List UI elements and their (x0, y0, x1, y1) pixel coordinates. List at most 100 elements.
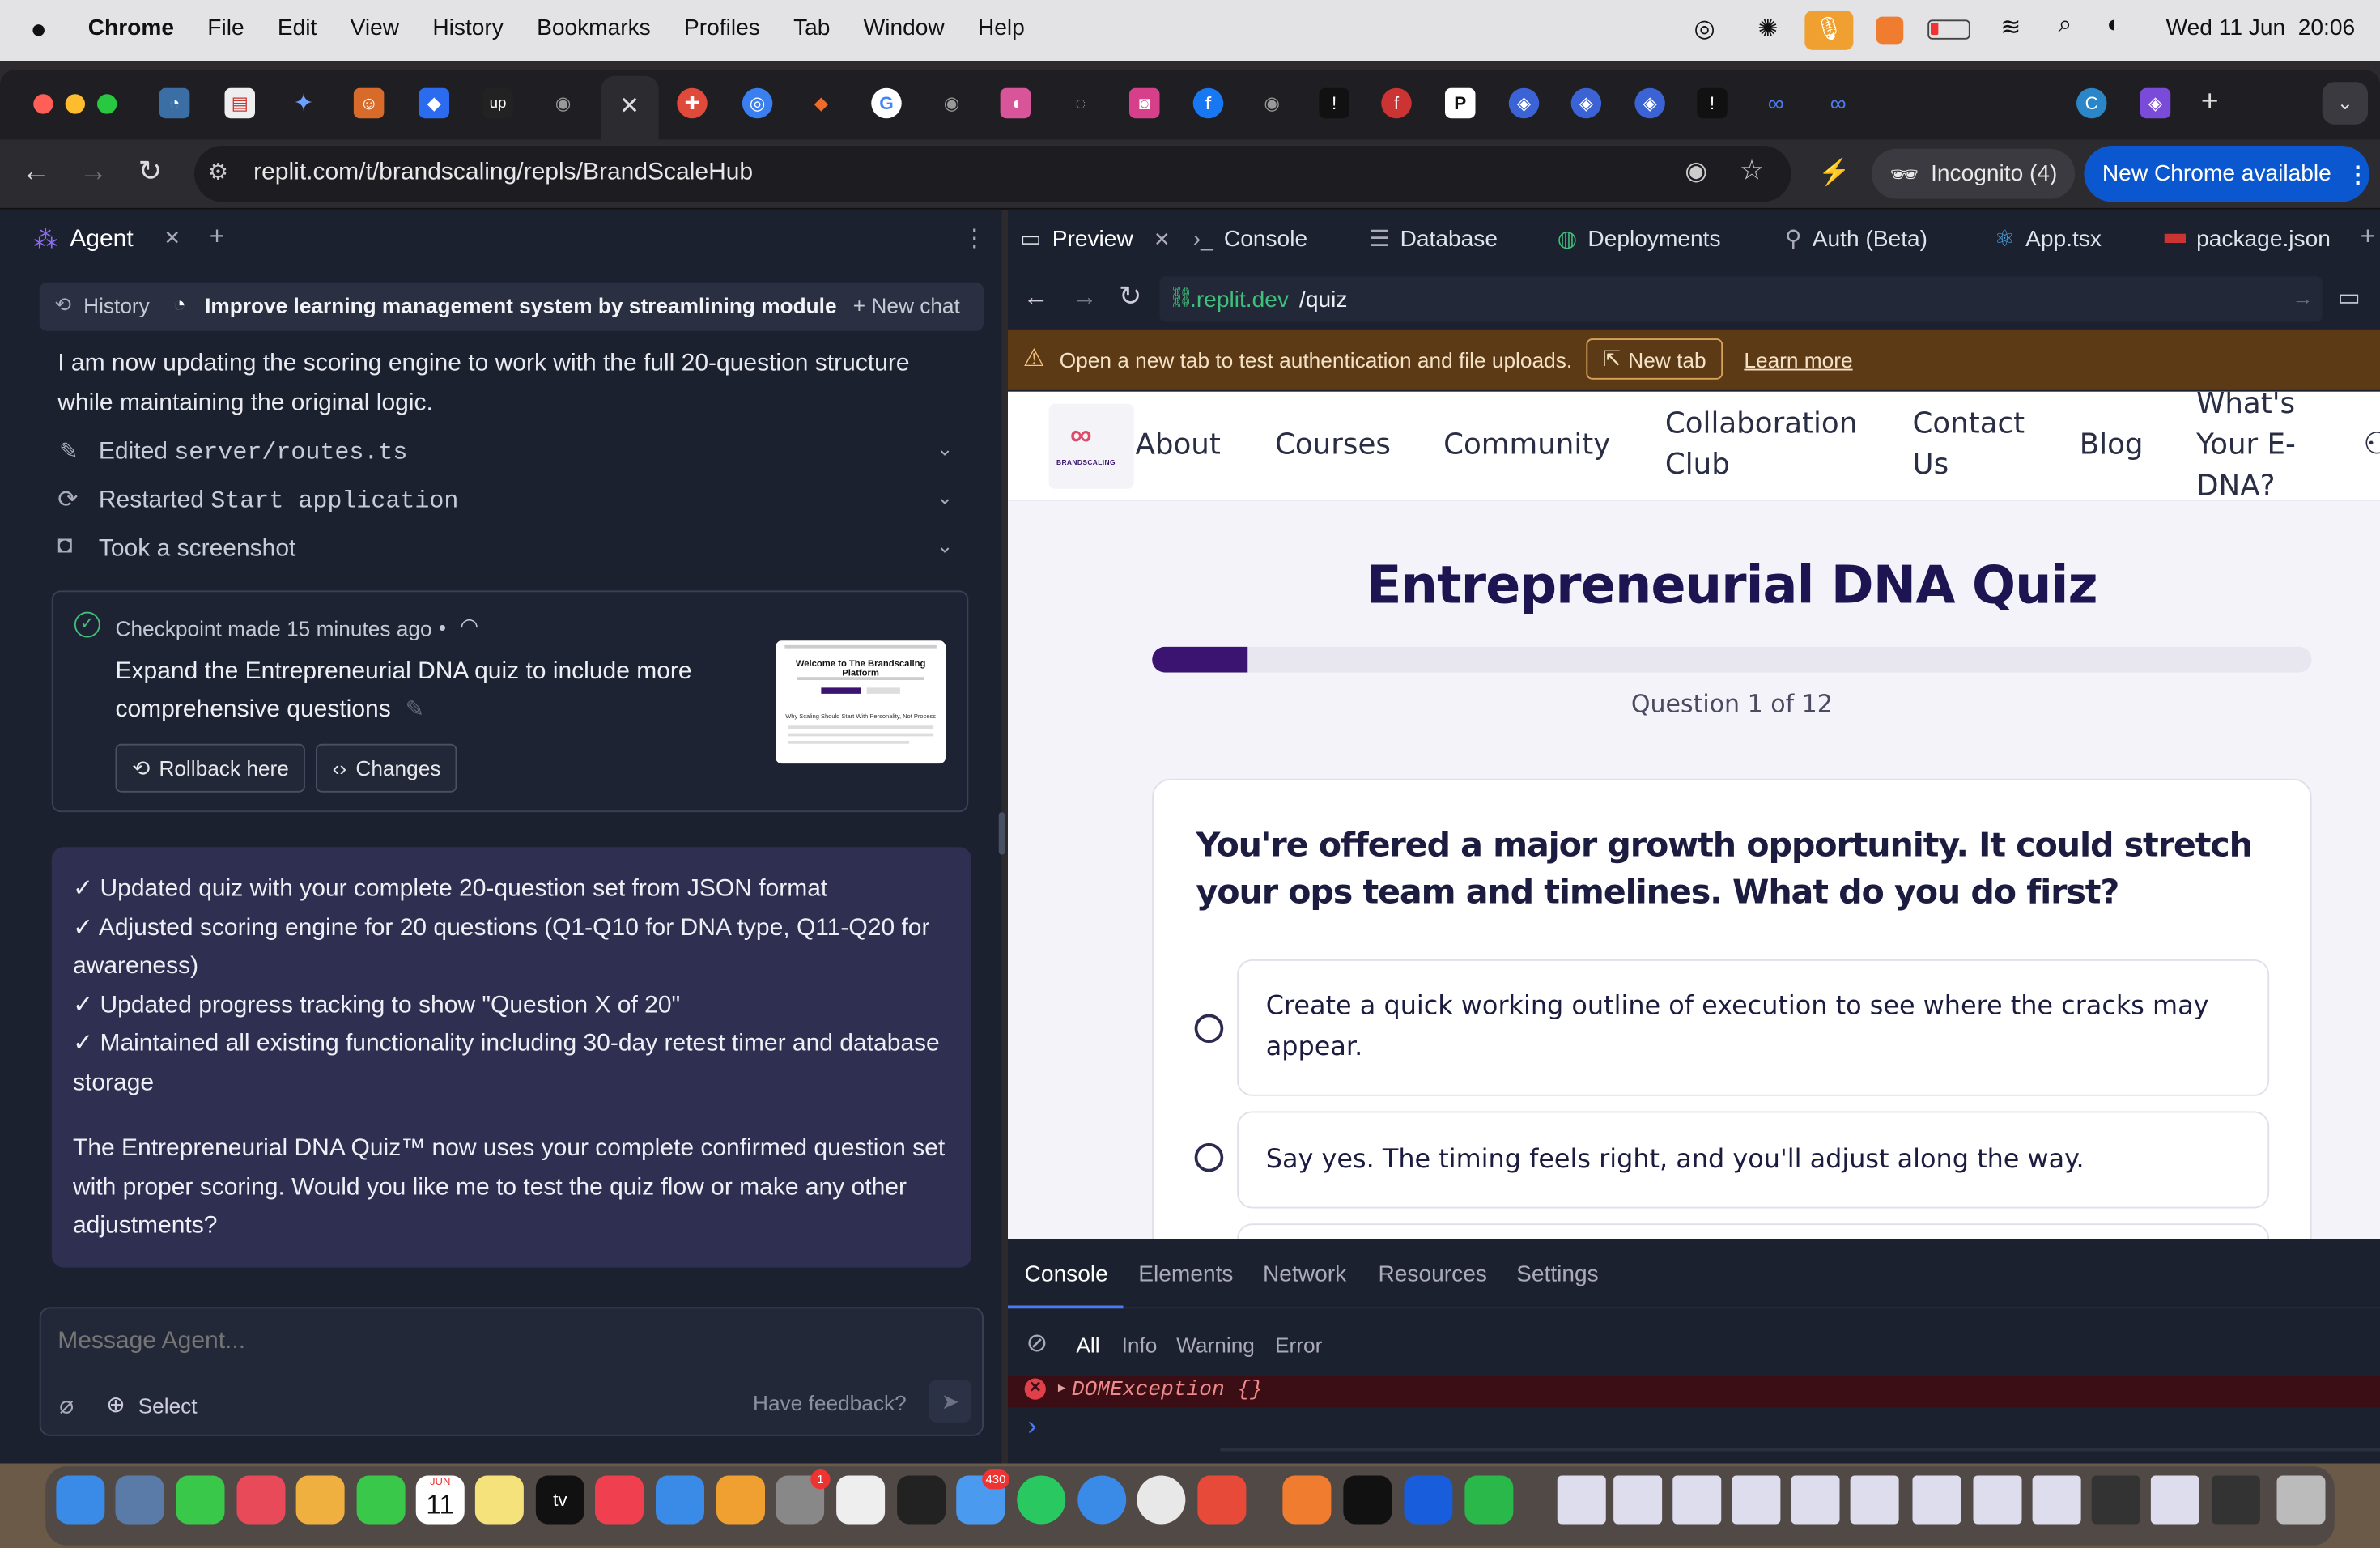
nav-about[interactable]: About (1136, 425, 1221, 466)
nav-contact-us[interactable]: Contact Us (1913, 404, 2041, 486)
expand-triangle-icon[interactable]: ▸ (1058, 1380, 1065, 1397)
menu-view[interactable]: View (351, 15, 399, 41)
tab-favicon-icon[interactable]: ◉ (548, 88, 579, 119)
launchpad-icon[interactable] (236, 1475, 286, 1525)
nav-edna[interactable]: What's Your E-DNA? (2196, 392, 2330, 508)
tab-favicon-icon[interactable]: ✦ (288, 88, 319, 119)
devtools-tab-settings[interactable]: Settings (1516, 1261, 1599, 1287)
tab-favicon-icon[interactable]: ◉ (1257, 88, 1288, 119)
music-icon[interactable] (595, 1475, 644, 1525)
tab-deployments[interactable]: ◍ Deployments (1558, 210, 1721, 267)
whatsapp-icon[interactable] (1017, 1475, 1066, 1525)
safari-icon[interactable] (1077, 1475, 1127, 1525)
menu-window[interactable]: Window (864, 15, 945, 41)
tab-favicon-icon[interactable]: ☺ (353, 87, 385, 119)
console-prompt[interactable]: › (1027, 1410, 1036, 1442)
preview-url-field[interactable]: ⛓ .replit.dev /quiz → (1159, 276, 2323, 322)
system-settings-icon[interactable]: 1 (776, 1469, 831, 1525)
action-restarted[interactable]: ⟳ Restarted Start application ⌄ (57, 483, 968, 519)
console-error-row[interactable]: ✕ ▸ DOMException {} (1008, 1375, 2380, 1408)
close-window-button[interactable] (33, 94, 53, 114)
option-3[interactable] (1237, 1223, 2270, 1239)
tracking-protection-icon[interactable]: ◉ (1685, 156, 1707, 187)
numbers-icon[interactable] (1464, 1475, 1514, 1525)
panel-menu-icon[interactable]: ⋮ (963, 223, 987, 254)
nav-community[interactable]: Community (1443, 425, 1610, 466)
tab-favicon-icon[interactable]: f (1192, 87, 1224, 119)
menubar-datetime[interactable]: Wed 11 Jun 20:06 (2166, 15, 2356, 41)
window-thumbnail[interactable] (1912, 1475, 1961, 1525)
tab-favicon-icon[interactable]: ▤ (224, 87, 255, 119)
address-bar[interactable]: ⚙ replit.com/t/brandscaling/repls/BrandS… (194, 146, 1791, 202)
menu-file[interactable]: File (207, 15, 244, 41)
history-icon[interactable]: ⟲ (55, 293, 71, 317)
menu-profiles[interactable]: Profiles (684, 15, 760, 41)
menu-app-name[interactable]: Chrome (88, 15, 174, 41)
filter-info[interactable]: Info (1122, 1333, 1158, 1357)
devtools-tab-console[interactable]: Console (1025, 1261, 1108, 1287)
new-tab-button[interactable]: + (2201, 85, 2219, 120)
calendar-icon[interactable]: JUN 11 (415, 1475, 465, 1525)
extensions-icon[interactable]: ⚡ (1818, 158, 1851, 189)
tab-favicon-icon[interactable]: ✚ (677, 87, 708, 119)
tab-console[interactable]: ›_ Console (1193, 210, 1307, 267)
window-thumbnail[interactable] (1973, 1475, 2022, 1525)
add-tab-icon[interactable]: + (210, 222, 225, 253)
action-screenshot[interactable]: ◘ Took a screenshot ⌄ (57, 531, 968, 568)
devtools-tab-elements[interactable]: Elements (1138, 1261, 1233, 1287)
new-chat-button[interactable]: + New chat (853, 293, 960, 317)
tab-favicon-icon[interactable]: ◈ (1634, 87, 1665, 119)
user-icon[interactable]: ⚇ (2363, 425, 2380, 463)
tab-close-icon[interactable]: ✕ (619, 91, 640, 122)
window-thumbnail[interactable] (1791, 1475, 1840, 1525)
pages-icon[interactable] (716, 1475, 765, 1525)
keynote-icon[interactable] (656, 1475, 704, 1525)
battery-icon[interactable] (1927, 19, 1970, 40)
finder-icon[interactable] (56, 1475, 105, 1525)
chatgpt-icon[interactable] (897, 1475, 946, 1525)
devtools-tab-resources[interactable]: Resources (1379, 1261, 1487, 1287)
changes-button[interactable]: ‹› Changes (316, 743, 458, 793)
window-thumbnail[interactable] (1557, 1475, 1606, 1525)
panel-resize-handle[interactable] (998, 812, 1005, 855)
send-button[interactable]: ➤ (929, 1380, 971, 1423)
tab-favicon-icon[interactable]: ∞ (1761, 88, 1791, 119)
attachment-icon[interactable]: ⌀ (59, 1391, 74, 1422)
tab-app-tsx[interactable]: ⚛ App.tsx (1995, 210, 2102, 267)
rollback-button[interactable]: ⟲ Rollback here (115, 743, 306, 793)
close-preview-tab-icon[interactable]: ✕ (1154, 228, 1170, 252)
filter-all[interactable]: All (1076, 1333, 1099, 1357)
notes-icon[interactable] (474, 1475, 524, 1525)
chrome-icon[interactable] (1137, 1475, 1186, 1525)
nav-courses[interactable]: Courses (1275, 425, 1391, 466)
new-tab-button[interactable]: ⇱ New tab (1586, 338, 1723, 380)
maximize-window-button[interactable] (97, 94, 117, 114)
tab-favicon-icon[interactable]: ◈ (2140, 87, 2171, 119)
tab-auth[interactable]: ⚲ Auth (Beta) (1785, 210, 1927, 267)
menu-edit[interactable]: Edit (278, 15, 317, 41)
clear-console-icon[interactable]: ⊘ (1026, 1329, 1048, 1359)
tab-favicon-icon[interactable]: f (1381, 87, 1412, 119)
tab-favicon-icon[interactable]: ◙ (1129, 87, 1160, 119)
menu-bookmarks[interactable]: Bookmarks (537, 15, 651, 41)
menu-tab[interactable]: Tab (793, 15, 830, 41)
agent-tab[interactable]: ⁂ Agent (33, 222, 133, 258)
filter-warning[interactable]: Warning (1176, 1333, 1255, 1357)
action-edited[interactable]: ✎ Edited server/routes.ts ⌄ (57, 434, 968, 470)
chevron-down-icon[interactable]: ⌄ (937, 437, 953, 461)
window-thumbnail[interactable] (1613, 1475, 1663, 1525)
history-button[interactable]: History (83, 293, 150, 317)
tab-search-button[interactable]: ⌄ (2322, 82, 2368, 125)
window-thumbnail[interactable] (2091, 1475, 2140, 1525)
sublime-icon[interactable] (1876, 16, 1904, 45)
reload-icon[interactable]: ↻ (138, 155, 163, 189)
tab-favicon-icon[interactable]: P (1445, 87, 1476, 119)
tab-favicon-icon[interactable]: ◉ (937, 88, 967, 119)
message-input[interactable] (57, 1324, 963, 1360)
bitwarden-icon[interactable] (1404, 1475, 1453, 1525)
tab-favicon-icon[interactable]: ◆ (419, 87, 449, 119)
tab-database[interactable]: ☰ Database (1369, 210, 1498, 267)
add-tab-icon[interactable]: + (2361, 222, 2376, 253)
photos-icon[interactable] (295, 1475, 345, 1525)
new-chrome-available-button[interactable]: New Chrome available ⋮ (2084, 146, 2369, 202)
